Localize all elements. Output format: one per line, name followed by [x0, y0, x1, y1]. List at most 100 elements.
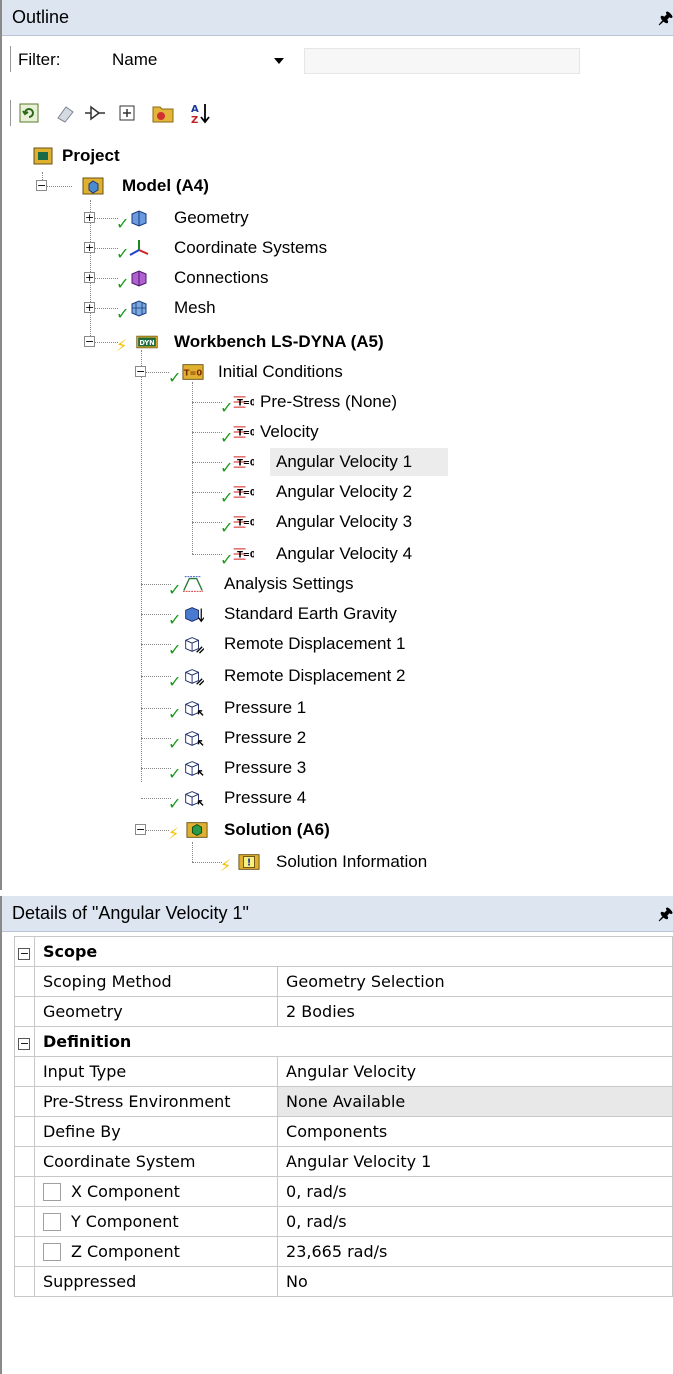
check-icon: ✓ — [168, 704, 182, 723]
analysis-settings-icon — [182, 576, 204, 592]
collapse-icon[interactable]: − — [18, 948, 31, 960]
connections-icon — [131, 270, 147, 287]
folder-icon[interactable] — [150, 100, 176, 126]
outline-panel: Outline 🖈 Filter: Name AZ − + + + + − − … — [0, 0, 673, 890]
details-row[interactable]: Y Component 0, rad/s — [14, 1206, 673, 1237]
check-icon: ✓ — [168, 640, 182, 659]
details-title: Details of "Angular Velocity 1" — [12, 903, 249, 923]
tree-line — [141, 644, 171, 645]
collapse-icon[interactable]: − — [84, 336, 95, 347]
tree-label: Pressure 1 — [224, 698, 307, 717]
tree-line — [141, 738, 171, 739]
filter-select[interactable]: Name — [104, 46, 290, 74]
row-label: Z Component — [70, 1241, 180, 1261]
row-label: Input Type — [33, 1056, 279, 1087]
svg-text:A: A — [191, 104, 199, 115]
row-value[interactable]: Components — [277, 1116, 673, 1147]
tree-label: Initial Conditions — [218, 362, 343, 381]
details-row[interactable]: Geometry 2 Bodies — [14, 996, 673, 1027]
t-zero-icon-text: T=0 — [237, 427, 254, 437]
refresh-icon[interactable] — [16, 100, 42, 126]
t-zero-icon: T=0 — [233, 486, 254, 498]
tree-label: Workbench LS-DYNA (A5) — [174, 332, 384, 351]
parameter-checkbox[interactable] — [42, 1213, 61, 1232]
details-row[interactable]: X Component 0, rad/s — [14, 1176, 673, 1207]
tree-label: Angular Velocity 1 — [276, 452, 413, 471]
eraser-icon[interactable] — [52, 100, 78, 126]
row-value[interactable]: Geometry Selection — [277, 966, 673, 997]
ls-dyna-icon: DYN — [136, 335, 158, 349]
tree-line — [192, 492, 222, 493]
sort-az-icon[interactable]: AZ — [188, 100, 214, 126]
pin-icon[interactable]: 🖈 — [658, 903, 673, 930]
details-row[interactable]: Suppressed No — [14, 1266, 673, 1297]
row-value[interactable]: 0, rad/s — [277, 1176, 673, 1207]
group-label: Definition — [33, 1026, 673, 1057]
row-label: X Component — [70, 1181, 180, 1201]
filter-input[interactable] — [304, 48, 580, 74]
row-label: Define By — [33, 1116, 279, 1147]
filter-select-value: Name — [112, 50, 158, 69]
collapse-icon[interactable]: − — [135, 366, 146, 377]
row-label: Y Component — [70, 1211, 179, 1231]
row-value[interactable]: 0, rad/s — [277, 1206, 673, 1237]
t-zero-icon: T=0 — [233, 548, 254, 560]
outline-toolbar: AZ — [2, 96, 673, 130]
details-row[interactable]: Define By Components — [14, 1116, 673, 1147]
t-zero-icon-text: T=0 — [237, 549, 254, 559]
parameter-checkbox[interactable] — [42, 1243, 61, 1262]
check-icon: ✓ — [168, 764, 182, 783]
pressure-icon — [185, 761, 204, 776]
tree-label: Coordinate Systems — [174, 238, 328, 257]
row-value[interactable]: 2 Bodies — [277, 996, 673, 1027]
check-icon: ✓ — [168, 368, 182, 387]
row-value[interactable]: Angular Velocity — [277, 1056, 673, 1087]
mesh-icon — [131, 300, 147, 317]
tree-label: Analysis Settings — [224, 574, 354, 593]
tree-label: Velocity — [260, 422, 319, 441]
tree-line — [141, 708, 171, 709]
check-icon: ✓ — [168, 610, 182, 629]
expand-icon[interactable]: + — [84, 302, 95, 313]
tree-line — [192, 522, 222, 523]
tree-label: Angular Velocity 4 — [276, 544, 413, 563]
details-row[interactable]: Scoping Method Geometry Selection — [14, 966, 673, 997]
tree-label: Model (A4) — [122, 176, 209, 195]
tree-line — [192, 462, 222, 463]
initial-conditions-icon-text: T=0 — [184, 368, 203, 378]
t-zero-icon: T=0 — [233, 396, 254, 408]
tree-line — [141, 350, 142, 782]
details-row[interactable]: Z Component 23,665 rad/s — [14, 1236, 673, 1267]
collapse-icon[interactable]: − — [36, 180, 47, 191]
project-icon — [33, 147, 53, 165]
info-icon: ! — [238, 854, 260, 870]
details-row[interactable]: Input Type Angular Velocity — [14, 1056, 673, 1087]
tree-label: Geometry — [174, 208, 249, 227]
collapse-icon[interactable]: − — [18, 1038, 31, 1050]
plus-box-icon[interactable] — [114, 100, 140, 126]
parameter-checkbox[interactable] — [42, 1183, 61, 1202]
group-definition[interactable]: − Definition — [14, 1026, 673, 1057]
expand-icon[interactable]: + — [84, 242, 95, 253]
svg-text:Z: Z — [191, 115, 198, 125]
row-value[interactable]: 23,665 rad/s — [277, 1236, 673, 1267]
expand-icon[interactable]: + — [84, 212, 95, 223]
pin-icon[interactable]: 🖈 — [658, 7, 673, 34]
row-value[interactable]: Angular Velocity 1 — [277, 1146, 673, 1177]
collapse-icon[interactable]: − — [135, 824, 146, 835]
tree-label: Angular Velocity 2 — [276, 482, 413, 501]
details-row[interactable]: Pre-Stress Environment None Available — [14, 1086, 673, 1117]
tree-label: Solution Information — [276, 852, 428, 871]
group-scope[interactable]: − Scope — [14, 936, 673, 967]
details-row[interactable]: Coordinate System Angular Velocity 1 — [14, 1146, 673, 1177]
tree-label: Pressure 4 — [224, 788, 307, 807]
model-icon — [82, 177, 104, 195]
t-zero-icon: T=0 — [233, 516, 254, 528]
expand-icon[interactable]: + — [84, 272, 95, 283]
row-label: Pre-Stress Environment — [33, 1086, 279, 1117]
expand-tree-icon[interactable] — [82, 100, 108, 126]
toolbar-separator — [10, 46, 11, 72]
tree-label: Mesh — [174, 298, 216, 317]
row-label: Scoping Method — [33, 966, 279, 997]
row-value[interactable]: No — [277, 1266, 673, 1297]
